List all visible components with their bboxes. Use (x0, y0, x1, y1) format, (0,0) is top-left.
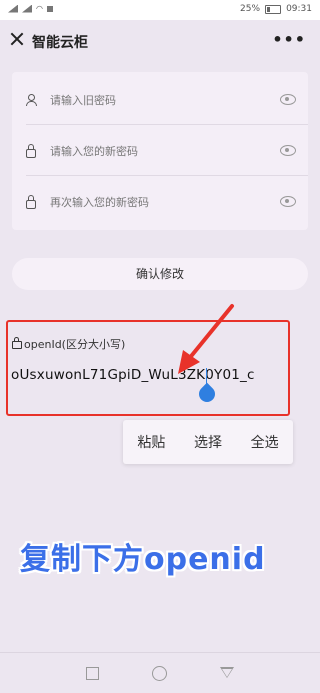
battery-percent: 25% (240, 4, 261, 14)
back-triangle-icon[interactable] (220, 667, 234, 678)
lock-icon (12, 337, 22, 349)
instruction-caption: 复制下方openid (20, 542, 266, 577)
confirm-password-field[interactable]: 再次输入您的新密码 (12, 176, 308, 226)
title-bar: 智能云柜 ••• (0, 20, 320, 66)
red-arrow-icon (178, 304, 234, 374)
signal-icon (8, 4, 18, 13)
square-nav-icon[interactable] (86, 667, 99, 680)
old-password-placeholder: 请输入旧密码 (50, 94, 116, 107)
wifi-icon: ◠ (36, 4, 43, 13)
close-icon[interactable] (10, 32, 24, 46)
lock-icon (26, 144, 36, 158)
clock: 09:31 (286, 4, 312, 14)
signal-icons: ◠ (8, 4, 53, 13)
eye-icon[interactable] (280, 94, 296, 105)
text-context-menu: 粘贴 选择 全选 (123, 420, 293, 464)
password-form: 请输入旧密码 请输入您的新密码 再次输入您的新密码 (12, 72, 308, 230)
openid-label-text: openId(区分大小写) (24, 338, 126, 351)
eye-icon[interactable] (280, 196, 296, 207)
signal-icon-2 (22, 4, 32, 13)
more-options-icon[interactable]: ••• (272, 30, 306, 49)
user-icon (26, 94, 38, 106)
battery-icon (265, 4, 282, 14)
select-menu-item[interactable]: 选择 (194, 432, 222, 452)
new-password-placeholder: 请输入您的新密码 (50, 145, 138, 158)
page-title: 智能云柜 (32, 35, 88, 51)
eye-icon[interactable] (280, 145, 296, 156)
new-password-field[interactable]: 请输入您的新密码 (12, 125, 308, 175)
lock-icon (26, 195, 36, 209)
select-all-menu-item[interactable]: 全选 (251, 432, 279, 452)
openid-label: openId(区分大小写) (12, 336, 125, 352)
paste-menu-item[interactable]: 粘贴 (137, 432, 165, 452)
old-password-field[interactable]: 请输入旧密码 (12, 74, 308, 124)
confirm-button[interactable]: 确认修改 (12, 258, 308, 290)
confirm-password-placeholder: 再次输入您的新密码 (50, 196, 149, 209)
status-bar: ◠ 25% 09:31 (0, 0, 320, 20)
notification-icon (46, 5, 53, 12)
home-circle-icon[interactable] (152, 666, 167, 681)
system-nav-bar (0, 652, 320, 693)
